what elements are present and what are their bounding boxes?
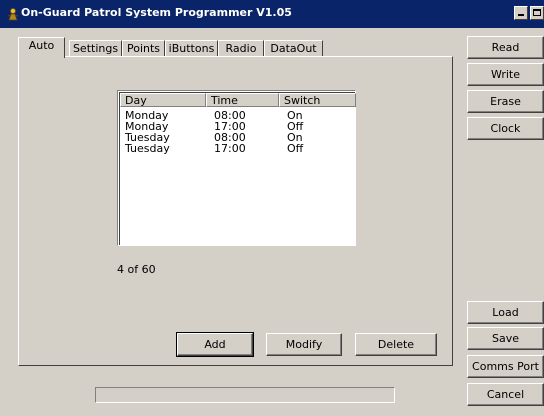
cell-time: 17:00 <box>214 142 246 155</box>
comms-port-button[interactable]: Comms Port <box>467 355 544 378</box>
progress-bar <box>95 387 395 403</box>
schedule-list-body: Day Time Switch Monday 08:00 On Monday 1… <box>119 92 356 245</box>
tab-dataout[interactable]: DataOut <box>264 40 323 57</box>
schedule-list[interactable]: Day Time Switch Monday 08:00 On Monday 1… <box>117 90 356 246</box>
app-window: On-Guard Patrol System Programmer V1.05 … <box>0 0 544 416</box>
column-header-day[interactable]: Day <box>120 93 206 107</box>
erase-button[interactable]: Erase <box>467 90 544 113</box>
column-header-switch[interactable]: Switch <box>279 93 356 107</box>
add-button[interactable]: Add <box>176 332 254 357</box>
minimize-icon <box>518 14 524 16</box>
write-button[interactable]: Write <box>467 63 544 86</box>
modify-button[interactable]: Modify <box>266 333 342 356</box>
read-button[interactable]: Read <box>467 36 544 59</box>
save-button[interactable]: Save <box>467 327 544 350</box>
load-button[interactable]: Load <box>467 301 544 324</box>
tab-radio[interactable]: Radio <box>218 40 264 57</box>
tab-points[interactable]: Points <box>122 40 165 57</box>
title-bar[interactable]: On-Guard Patrol System Programmer V1.05 <box>0 0 544 28</box>
maximize-icon <box>533 9 541 16</box>
cell-day: Tuesday <box>125 142 170 155</box>
entry-count: 4 of 60 <box>117 263 156 276</box>
app-icon <box>7 8 19 21</box>
maximize-button[interactable] <box>530 6 544 20</box>
cancel-button[interactable]: Cancel <box>467 383 544 406</box>
minimize-button[interactable] <box>514 6 528 20</box>
tab-ibuttons[interactable]: iButtons <box>165 40 218 57</box>
delete-button[interactable]: Delete <box>355 333 437 356</box>
clock-button[interactable]: Clock <box>467 117 544 140</box>
tab-settings[interactable]: Settings <box>69 40 122 57</box>
tab-auto[interactable]: Auto <box>18 37 65 58</box>
column-header-time[interactable]: Time <box>206 93 279 107</box>
cell-switch: Off <box>287 142 304 155</box>
list-item[interactable]: Tuesday 17:00 Off <box>120 143 356 154</box>
window-title: On-Guard Patrol System Programmer V1.05 <box>21 6 292 19</box>
